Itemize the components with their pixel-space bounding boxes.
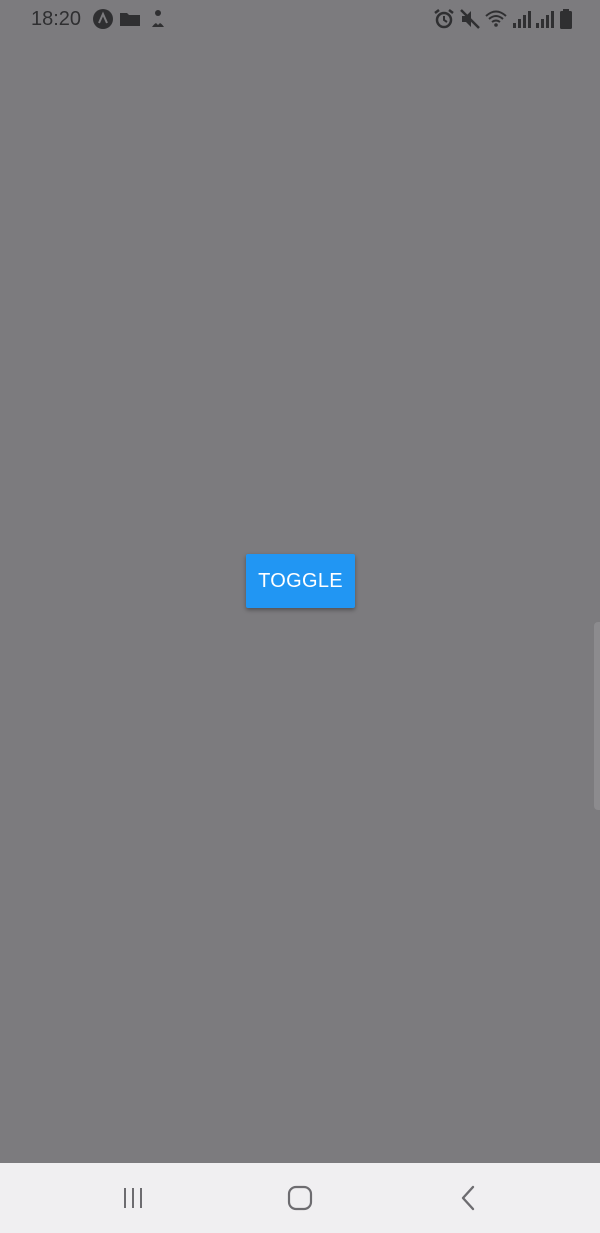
edge-panel-handle[interactable]: [594, 622, 600, 810]
recent-apps-icon: [121, 1187, 145, 1209]
app-a-icon: [92, 8, 114, 30]
mute-icon: [459, 8, 481, 30]
alarm-icon: [433, 8, 455, 30]
signal-icon: [533, 8, 555, 30]
recent-apps-button[interactable]: [113, 1178, 153, 1218]
wifi-icon: [485, 8, 507, 30]
battery-icon: [555, 8, 577, 30]
folder-icon: [119, 8, 141, 30]
navigation-bar: [0, 1163, 600, 1233]
home-icon: [287, 1185, 313, 1211]
person-download-icon: [147, 8, 169, 30]
status-bar: 18:20: [0, 0, 600, 38]
home-button[interactable]: [280, 1178, 320, 1218]
signal-icon: [510, 8, 532, 30]
back-icon: [459, 1185, 477, 1211]
back-button[interactable]: [448, 1178, 488, 1218]
status-time: 18:20: [31, 8, 82, 30]
toggle-button[interactable]: TOGGLE: [246, 554, 355, 608]
